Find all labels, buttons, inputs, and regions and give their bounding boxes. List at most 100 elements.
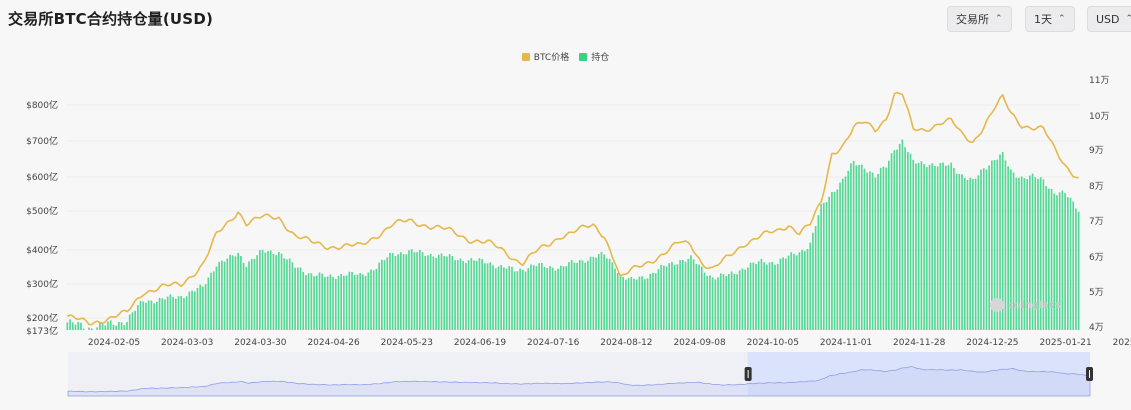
oi-bar[interactable] [961, 174, 963, 330]
oi-bar[interactable] [481, 259, 484, 330]
oi-bar[interactable] [185, 296, 188, 330]
oi-bar[interactable] [915, 163, 917, 330]
oi-bar[interactable] [654, 273, 657, 330]
oi-bar[interactable] [381, 259, 383, 330]
oi-bar[interactable] [193, 291, 196, 330]
oi-bar[interactable] [527, 268, 530, 330]
oi-bar[interactable] [443, 256, 446, 330]
oi-bar[interactable] [367, 272, 370, 331]
oi-bar[interactable] [131, 312, 134, 330]
oi-bar[interactable] [630, 276, 633, 330]
oi-bar[interactable] [936, 166, 939, 330]
oi-bar[interactable] [435, 258, 437, 330]
oi-bar[interactable] [77, 322, 80, 330]
oi-bar[interactable] [96, 327, 99, 330]
oi-bar[interactable] [337, 275, 340, 330]
oi-bar[interactable] [340, 273, 343, 330]
oi-bar[interactable] [573, 262, 576, 330]
oi-bar[interactable] [923, 164, 925, 330]
oi-bar[interactable] [953, 168, 955, 330]
oi-bar[interactable] [484, 263, 486, 330]
oi-bar[interactable] [82, 328, 85, 330]
oi-bar[interactable] [188, 291, 191, 330]
oi-bar[interactable] [511, 266, 513, 330]
oi-bar[interactable] [860, 164, 863, 330]
oi-bar[interactable] [66, 322, 69, 330]
oi-bar[interactable] [714, 279, 717, 330]
oi-bar[interactable] [207, 277, 210, 330]
oi-bar[interactable] [627, 278, 630, 330]
oi-bar[interactable] [608, 258, 611, 330]
oi-bar[interactable] [565, 266, 568, 330]
oi-bar[interactable] [752, 262, 755, 331]
oi-bar[interactable] [158, 297, 161, 330]
oi-bar[interactable] [611, 262, 614, 330]
oi-bar[interactable] [570, 260, 573, 330]
oi-bar[interactable] [115, 325, 117, 330]
oi-bar[interactable] [210, 272, 212, 330]
oi-bar[interactable] [462, 261, 465, 330]
oi-bar[interactable] [221, 260, 223, 330]
oi-bar[interactable] [378, 262, 380, 330]
oi-bar[interactable] [855, 165, 858, 330]
oi-bar[interactable] [372, 270, 375, 330]
oi-bar[interactable] [787, 255, 790, 330]
oi-bar[interactable] [429, 253, 432, 330]
oi-bar[interactable] [738, 270, 741, 330]
oi-bar[interactable] [522, 269, 524, 330]
oi-bar[interactable] [370, 269, 372, 330]
oi-bar[interactable] [614, 268, 616, 330]
oi-bar[interactable] [893, 150, 896, 330]
oi-bar[interactable] [942, 162, 944, 330]
oi-bar[interactable] [348, 271, 351, 330]
oi-bar[interactable] [776, 263, 779, 330]
oi-bar[interactable] [351, 271, 353, 330]
oi-bar[interactable] [879, 167, 882, 330]
oi-bar[interactable] [725, 276, 728, 330]
oi-bar[interactable] [467, 260, 470, 330]
oi-bar[interactable] [798, 252, 801, 330]
oi-bar[interactable] [538, 263, 540, 330]
oi-bar[interactable] [80, 322, 82, 330]
oi-bar[interactable] [137, 305, 139, 330]
oi-bar[interactable] [858, 165, 860, 330]
oi-bar[interactable] [161, 298, 164, 330]
oi-bar[interactable] [313, 276, 315, 330]
oi-bar[interactable] [147, 300, 150, 330]
oi-bar[interactable] [980, 169, 982, 330]
oi-bar[interactable] [939, 163, 942, 330]
oi-bar[interactable] [204, 284, 207, 330]
oi-bar[interactable] [305, 275, 307, 330]
oi-bar[interactable] [1066, 197, 1069, 330]
oi-bar[interactable] [546, 267, 549, 330]
oi-bar[interactable] [920, 161, 923, 330]
oi-bar[interactable] [296, 267, 299, 330]
oi-bar[interactable] [709, 275, 711, 330]
oi-bar[interactable] [551, 267, 554, 330]
oi-bar[interactable] [760, 258, 763, 330]
oi-bar[interactable] [766, 264, 768, 330]
oi-bar[interactable] [963, 177, 966, 330]
oi-bar[interactable] [806, 249, 809, 330]
oi-bar[interactable] [74, 324, 77, 330]
oi-bar[interactable] [421, 252, 424, 330]
oi-bar[interactable] [497, 266, 500, 330]
oi-bar[interactable] [619, 274, 622, 330]
oi-bar[interactable] [1069, 197, 1072, 330]
oi-bar[interactable] [383, 260, 386, 330]
oi-bar[interactable] [362, 274, 364, 330]
oi-bar[interactable] [1077, 211, 1080, 330]
oi-bar[interactable] [690, 255, 692, 330]
oi-bar[interactable] [736, 274, 738, 330]
oi-bar[interactable] [695, 264, 698, 330]
oi-bar[interactable] [763, 262, 765, 330]
oi-bar[interactable] [907, 151, 909, 330]
oi-bar[interactable] [782, 257, 784, 330]
oi-bar[interactable] [562, 266, 565, 330]
oi-bar[interactable] [877, 173, 879, 330]
oi-bar[interactable] [240, 255, 242, 330]
oi-bar[interactable] [898, 143, 901, 330]
oi-bar[interactable] [882, 166, 885, 330]
oi-bar[interactable] [231, 255, 234, 330]
oi-bar[interactable] [489, 262, 492, 330]
